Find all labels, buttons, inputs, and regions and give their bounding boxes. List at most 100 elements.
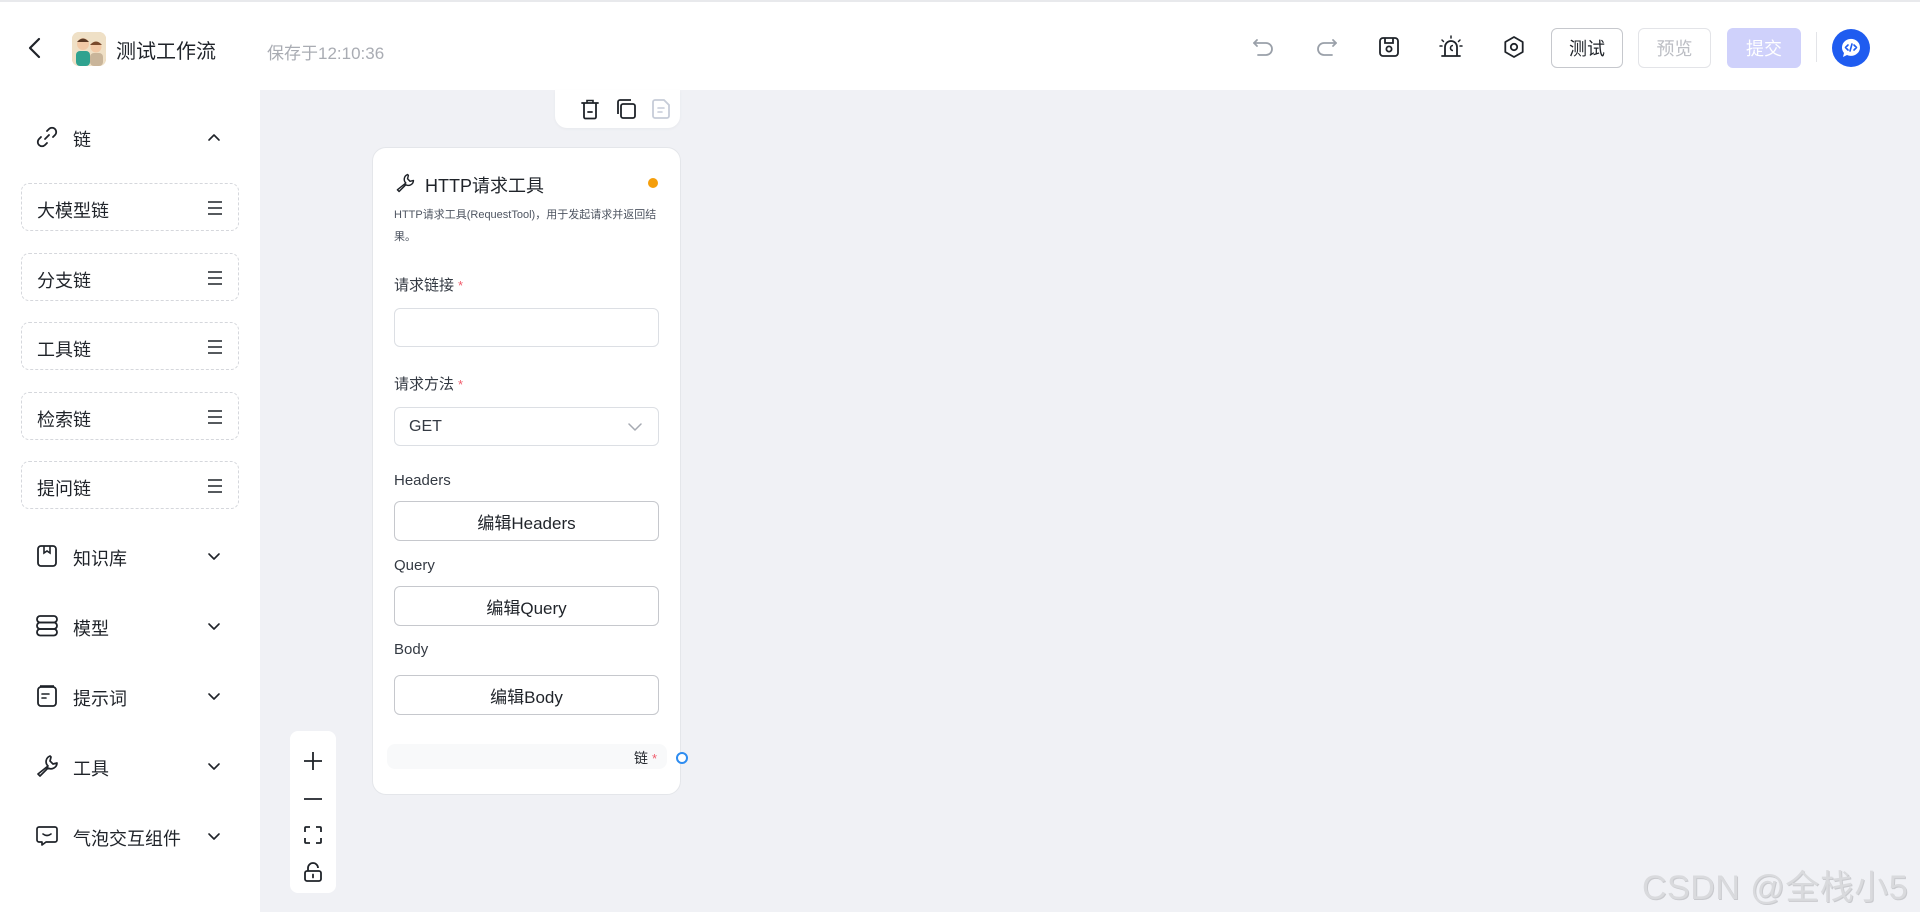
chain-item-label: 大模型链 — [37, 201, 109, 221]
method-value: GET — [409, 418, 442, 435]
copy-icon — [617, 99, 636, 119]
fit-view-button[interactable] — [299, 821, 327, 849]
top-header: 测试工作流 保存于12:10:36 测试 预览 提交 — [0, 0, 1920, 90]
sidebar-section-label: 提示词 — [73, 689, 127, 709]
required-mark: * — [458, 278, 464, 293]
wrench-icon — [396, 173, 415, 193]
back-button[interactable] — [22, 32, 50, 64]
output-connection-handle[interactable] — [676, 752, 688, 764]
edit-body-button[interactable]: 编辑Body — [394, 675, 659, 715]
drag-handle-icon[interactable] — [205, 337, 225, 357]
edit-headers-button[interactable]: 编辑Headers — [394, 501, 659, 541]
prompt-doc-icon — [37, 685, 57, 707]
drag-handle-icon[interactable] — [205, 268, 225, 288]
sidebar-section-label: 模型 — [73, 619, 109, 639]
headers-label: Headers — [394, 472, 451, 489]
delete-icon — [581, 99, 599, 120]
node-status-dot — [648, 178, 658, 188]
preview-button[interactable]: 预览 — [1638, 28, 1711, 68]
zoom-in-icon — [304, 752, 322, 770]
workflow-title: 测试工作流 — [116, 41, 216, 63]
undo-icon — [1253, 39, 1273, 56]
saved-status: 保存于12:10:36 — [267, 44, 385, 63]
chain-item-llm[interactable]: 大模型链 — [21, 183, 239, 231]
undo-button[interactable] — [1249, 32, 1279, 62]
app-logo[interactable] — [1832, 29, 1870, 67]
unlock-icon — [304, 862, 322, 882]
zoom-out-button[interactable] — [299, 785, 327, 813]
sidebar-section-prompt[interactable]: 提示词 — [0, 673, 260, 717]
redo-button[interactable] — [1311, 32, 1341, 62]
method-label: 请求方法 * — [394, 373, 463, 394]
save-button[interactable] — [1374, 32, 1404, 62]
method-select[interactable]: GET — [394, 407, 659, 446]
alarm-button[interactable] — [1436, 32, 1466, 62]
test-button[interactable]: 测试 — [1551, 28, 1623, 68]
note-node-button[interactable] — [648, 96, 674, 122]
settings-button[interactable] — [1499, 32, 1529, 62]
back-icon — [28, 37, 41, 59]
alarm-icon — [1439, 35, 1463, 57]
chain-item-label: 分支链 — [37, 271, 91, 291]
chevron-down-icon — [208, 763, 220, 770]
delete-node-button[interactable] — [577, 96, 603, 122]
query-label: Query — [394, 557, 435, 574]
database-icon — [36, 615, 58, 637]
chevron-up-icon — [208, 134, 220, 141]
sidebar-section-label: 工具 — [73, 759, 109, 779]
required-mark: * — [458, 377, 464, 392]
chevron-down-icon — [208, 623, 220, 630]
code-chat-icon — [1841, 38, 1860, 57]
settings-icon — [1504, 36, 1524, 58]
canvas-controls — [290, 731, 336, 893]
chain-item-branch[interactable]: 分支链 — [21, 253, 239, 301]
workflow-avatar — [72, 32, 106, 66]
drag-handle-icon[interactable] — [205, 407, 225, 427]
chain-item-label: 工具链 — [37, 340, 91, 360]
watermark: CSDN @全栈小5 — [1642, 869, 1909, 907]
sidebar-section-chain[interactable]: 链 — [0, 114, 260, 158]
chain-item-question[interactable]: 提问链 — [21, 461, 239, 509]
output-label: 链 * — [634, 748, 657, 768]
book-icon — [37, 545, 57, 567]
url-input[interactable] — [394, 308, 659, 347]
chevron-down-icon — [208, 833, 220, 840]
header-divider — [1816, 32, 1817, 62]
sidebar: 链 大模型链 分支链 工具链 检索链 提问链 知识库 模型 提示词 工具 气泡交… — [0, 90, 260, 912]
link-icon — [36, 126, 58, 148]
node-title: HTTP请求工具 — [425, 176, 544, 196]
output-label-text: 链 — [633, 750, 648, 766]
copy-node-button[interactable] — [613, 96, 639, 122]
url-label: 请求链接 * — [394, 274, 463, 295]
save-icon — [1379, 37, 1399, 57]
chain-item-retrieval[interactable]: 检索链 — [21, 392, 239, 440]
chain-item-tool[interactable]: 工具链 — [21, 322, 239, 370]
chat-bubble-icon — [36, 826, 58, 846]
sidebar-section-tools[interactable]: 工具 — [0, 743, 260, 787]
redo-icon — [1317, 39, 1337, 56]
sidebar-section-bubble[interactable]: 气泡交互组件 — [0, 813, 260, 857]
drag-handle-icon[interactable] — [205, 476, 225, 496]
output-row: 链 * — [387, 744, 667, 769]
chain-item-label: 检索链 — [37, 410, 91, 430]
submit-button[interactable]: 提交 — [1727, 28, 1801, 68]
chevron-down-icon — [628, 423, 642, 431]
sidebar-section-knowledge[interactable]: 知识库 — [0, 533, 260, 577]
lock-toggle-button[interactable] — [299, 858, 327, 886]
url-label-text: 请求链接 — [394, 277, 455, 294]
zoom-out-icon — [304, 798, 322, 800]
sidebar-section-model[interactable]: 模型 — [0, 603, 260, 647]
chevron-down-icon — [208, 553, 220, 560]
http-tool-node[interactable]: HTTP请求工具 HTTP请求工具(RequestTool)，用于发起请求并返回… — [372, 147, 681, 795]
sidebar-section-label: 知识库 — [73, 549, 127, 569]
node-description: HTTP请求工具(RequestTool)，用于发起请求并返回结果。 — [394, 209, 657, 243]
sidebar-section-label: 气泡交互组件 — [73, 829, 181, 849]
edit-query-button[interactable]: 编辑Query — [394, 586, 659, 626]
drag-handle-icon[interactable] — [205, 198, 225, 218]
node-toolbar — [555, 90, 680, 128]
method-label-text: 请求方法 — [394, 376, 455, 393]
chevron-down-icon — [208, 693, 220, 700]
zoom-in-button[interactable] — [299, 747, 327, 775]
note-icon — [652, 99, 670, 119]
wrench-icon — [37, 755, 58, 777]
